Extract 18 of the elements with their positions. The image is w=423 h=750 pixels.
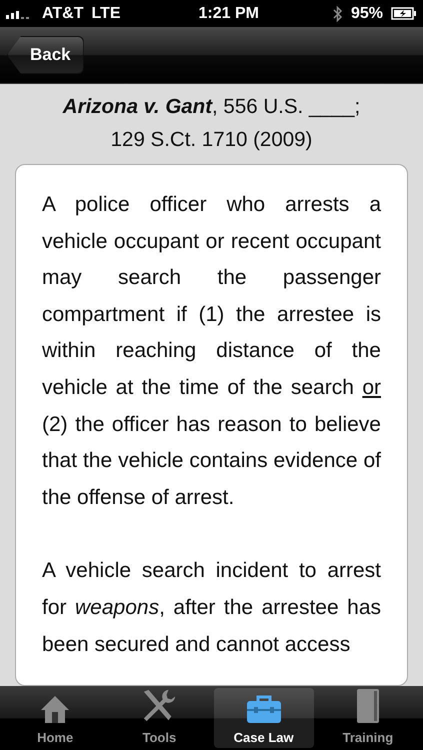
book-icon xyxy=(354,688,381,724)
case-citation: 129 S.Ct. 1710 (2009) xyxy=(110,127,312,153)
battery-text: 95% xyxy=(350,4,383,22)
case-citation: Arizona v. Gant, 556 U.S. ____; xyxy=(62,94,360,120)
back-button[interactable]: Back xyxy=(7,36,84,74)
tab-bar-item[interactable]: Home xyxy=(5,688,106,748)
house-icon xyxy=(40,694,70,724)
carrier-text: AT&T xyxy=(42,4,84,22)
network-text: LTE xyxy=(91,4,120,22)
tab-bar-item[interactable]: Tools xyxy=(109,688,210,748)
bluetooth-icon xyxy=(332,6,343,22)
tab-bar-item[interactable]: Case Law xyxy=(214,688,314,748)
paragraph: A police officer who arrests a vehicle occupant or recent occupant may search the passenger compartment if (1) the arrestee is within reaching distance of the vehicle at the time of the search or (2) the officer has reason to believe that the vehicle contains evidence of the offense of arrest. xyxy=(42,192,381,511)
clock-text: 1:21 PM xyxy=(198,4,259,22)
tab-bar-item[interactable]: Training xyxy=(318,688,418,748)
paragraph: A vehicle search incident to arrest for weapons, after the arrestee has been secured and cannot access xyxy=(42,558,381,658)
toolbox-icon xyxy=(244,694,283,724)
battery-icon xyxy=(391,7,417,20)
